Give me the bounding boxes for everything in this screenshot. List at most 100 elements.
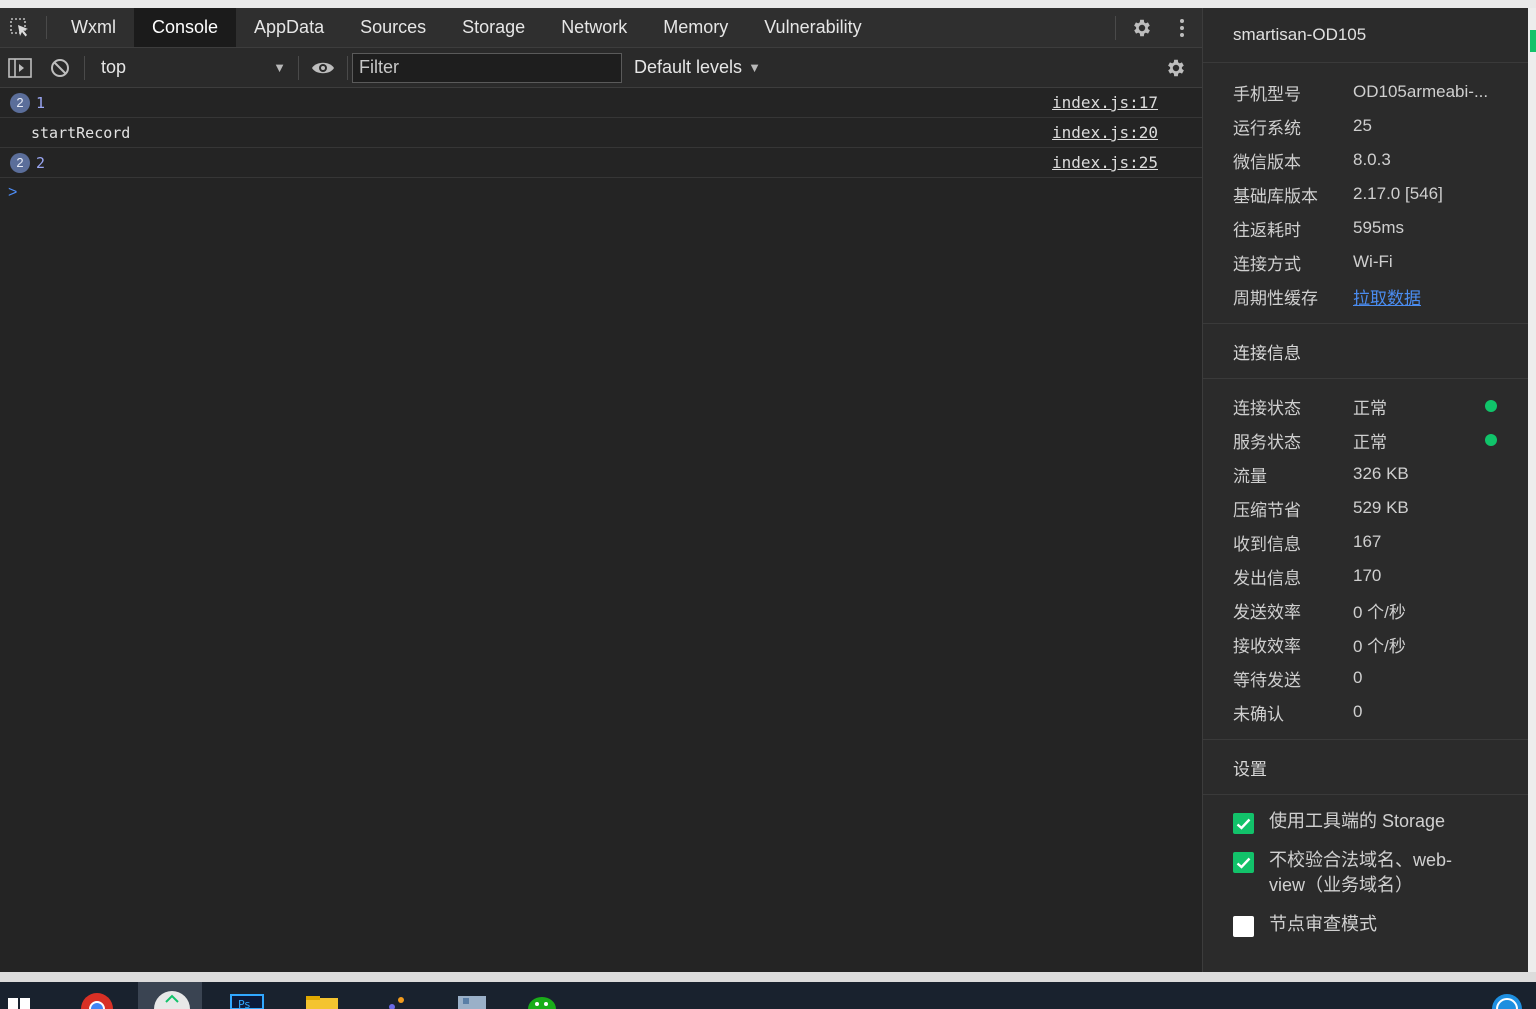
- log-levels-dropdown[interactable]: Default levels ▼: [634, 57, 761, 78]
- tab-storage[interactable]: Storage: [444, 8, 543, 47]
- info-row: 往返耗时 595ms: [1203, 211, 1528, 245]
- chrome-app-icon[interactable]: [80, 992, 114, 1009]
- checkbox-checked-icon[interactable]: [1233, 813, 1254, 834]
- connection-value: 170: [1353, 566, 1382, 585]
- setting-label: 不校验合法域名、web-view（业务域名）: [1269, 850, 1453, 895]
- connection-key: 压缩节省: [1233, 500, 1301, 520]
- log-levels-label: Default levels: [634, 57, 743, 77]
- filter-input[interactable]: [352, 52, 622, 83]
- svg-text:Ps: Ps: [238, 998, 250, 1009]
- fetch-data-link[interactable]: 拉取数据: [1353, 284, 1421, 309]
- connection-row: 收到信息 167: [1203, 525, 1528, 559]
- checkbox-checked-icon[interactable]: [1233, 852, 1254, 873]
- connection-row: 压缩节省 529 KB: [1203, 491, 1528, 525]
- repeat-count-badge: 2: [10, 92, 30, 113]
- tab-appdata[interactable]: AppData: [236, 8, 342, 47]
- device-name: smartisan-OD105: [1203, 8, 1528, 63]
- device-info-panel: smartisan-OD105 手机型号 OD105armeabi-... 运行系统…: [1202, 8, 1528, 972]
- console-toolbar: top ▼ Default levels ▼: [0, 48, 1202, 88]
- more-menu-icon[interactable]: [1162, 8, 1202, 48]
- taskbar-app-icon[interactable]: [380, 992, 414, 1009]
- info-row: 微信版本 8.0.3: [1203, 143, 1528, 177]
- settings-section-title: 设置: [1203, 739, 1528, 795]
- toolbar-separator: [298, 55, 299, 80]
- tab-console[interactable]: Console: [133, 8, 237, 47]
- tab-separator: [46, 16, 47, 39]
- connection-row: 流量 326 KB: [1203, 457, 1528, 491]
- wechat-app-icon[interactable]: [525, 992, 559, 1009]
- tab-sources[interactable]: Sources: [342, 8, 444, 47]
- console-settings-gear-icon[interactable]: [1156, 48, 1196, 88]
- info-key: 周期性缓存: [1233, 288, 1318, 308]
- tab-wxml[interactable]: Wxml: [53, 8, 134, 47]
- window-top-strip: [0, 0, 1536, 8]
- tab-bar: Wxml Console AppData Sources Storage Net…: [0, 8, 1202, 48]
- chevron-down-icon: ▼: [273, 60, 286, 75]
- connection-row: 未确认 0: [1203, 695, 1528, 729]
- connection-value: 326 KB: [1353, 464, 1409, 483]
- connection-value: 0: [1353, 702, 1363, 721]
- connection-value: 167: [1353, 532, 1382, 551]
- connection-key: 收到信息: [1233, 534, 1301, 554]
- connection-key: 等待发送: [1233, 670, 1301, 690]
- info-key: 手机型号: [1233, 84, 1301, 104]
- console-row: 2 2 index.js:25: [0, 148, 1202, 178]
- console-message: 1: [36, 93, 46, 112]
- show-sidebar-icon[interactable]: [0, 48, 40, 88]
- source-link[interactable]: index.js:17: [1052, 93, 1158, 112]
- window-bottom-strip: [0, 972, 1536, 982]
- connection-value: 正常: [1353, 432, 1387, 452]
- connection-key: 服务状态: [1233, 432, 1301, 452]
- console-message: 2: [36, 153, 46, 172]
- tabbar-separator: [1115, 16, 1116, 40]
- checkbox-unchecked-icon[interactable]: [1233, 916, 1254, 937]
- connection-key: 发送效率: [1233, 602, 1301, 622]
- console-row: 2 1 index.js:17: [0, 88, 1202, 118]
- windows-start-icon[interactable]: [6, 992, 32, 1009]
- info-value: Wi-Fi: [1353, 252, 1393, 271]
- device-info-list: 手机型号 OD105armeabi-... 运行系统 25 微信版本 8.0.3 基础库版本…: [1203, 75, 1528, 313]
- help-icon[interactable]: [1490, 994, 1524, 1009]
- connection-info-list: 连接状态 正常服务状态 正常流量 326 KB 压缩节省 529 KB 收到信息 167 发出信…: [1203, 389, 1528, 729]
- connection-row: 等待发送 0: [1203, 661, 1528, 695]
- taskbar-app-icon[interactable]: [455, 992, 489, 1009]
- context-selector[interactable]: top ▼: [89, 53, 294, 83]
- file-explorer-icon[interactable]: [305, 992, 339, 1009]
- console-row: startRecord index.js:20: [0, 118, 1202, 148]
- tab-network[interactable]: Network: [543, 8, 645, 47]
- info-key: 往返耗时: [1233, 220, 1301, 240]
- info-row: 周期性缓存 拉取数据: [1203, 279, 1528, 313]
- tab-vulnerability[interactable]: Vulnerability: [746, 8, 879, 47]
- info-row: 连接方式 Wi-Fi: [1203, 245, 1528, 279]
- info-row: 基础库版本 2.17.0 [546]: [1203, 177, 1528, 211]
- setting-checkbox-row[interactable]: 使用工具端的 Storage: [1203, 809, 1528, 834]
- info-key: 基础库版本: [1233, 186, 1318, 206]
- info-value: 2.17.0 [546]: [1353, 184, 1443, 203]
- toolbar-separator: [347, 55, 348, 80]
- status-ok-dot-icon: [1485, 434, 1497, 446]
- source-link[interactable]: index.js:20: [1052, 123, 1158, 142]
- clear-console-icon[interactable]: [40, 48, 80, 88]
- setting-checkbox-row[interactable]: 节点审查模式: [1203, 912, 1528, 937]
- photoshop-app-icon[interactable]: Ps: [230, 992, 264, 1009]
- connection-value: 0 个/秒: [1353, 636, 1406, 656]
- tab-memory[interactable]: Memory: [645, 8, 746, 47]
- inspect-element-icon[interactable]: [0, 8, 40, 47]
- live-expression-eye-icon[interactable]: [303, 48, 343, 88]
- settings-gear-icon[interactable]: [1122, 8, 1162, 48]
- repeat-count-badge: 2: [10, 152, 30, 173]
- devtool-app-icon[interactable]: [138, 982, 202, 1009]
- context-value: top: [101, 57, 127, 77]
- tabbar-right-controls: [1109, 8, 1202, 48]
- info-row: 手机型号 OD105armeabi-...: [1203, 75, 1528, 109]
- info-value: 595ms: [1353, 218, 1405, 237]
- setting-label: 使用工具端的 Storage: [1269, 811, 1446, 831]
- connection-key: 流量: [1233, 466, 1267, 486]
- source-link[interactable]: index.js:25: [1052, 153, 1158, 172]
- connection-key: 发出信息: [1233, 568, 1301, 588]
- setting-checkbox-row[interactable]: 不校验合法域名、web-view（业务域名）: [1203, 848, 1528, 898]
- connection-row: 连接状态 正常: [1203, 389, 1528, 423]
- console-prompt[interactable]: >: [0, 178, 1202, 208]
- devtools-main: Wxml Console AppData Sources Storage Net…: [0, 8, 1202, 972]
- connection-key: 连接状态: [1233, 398, 1301, 418]
